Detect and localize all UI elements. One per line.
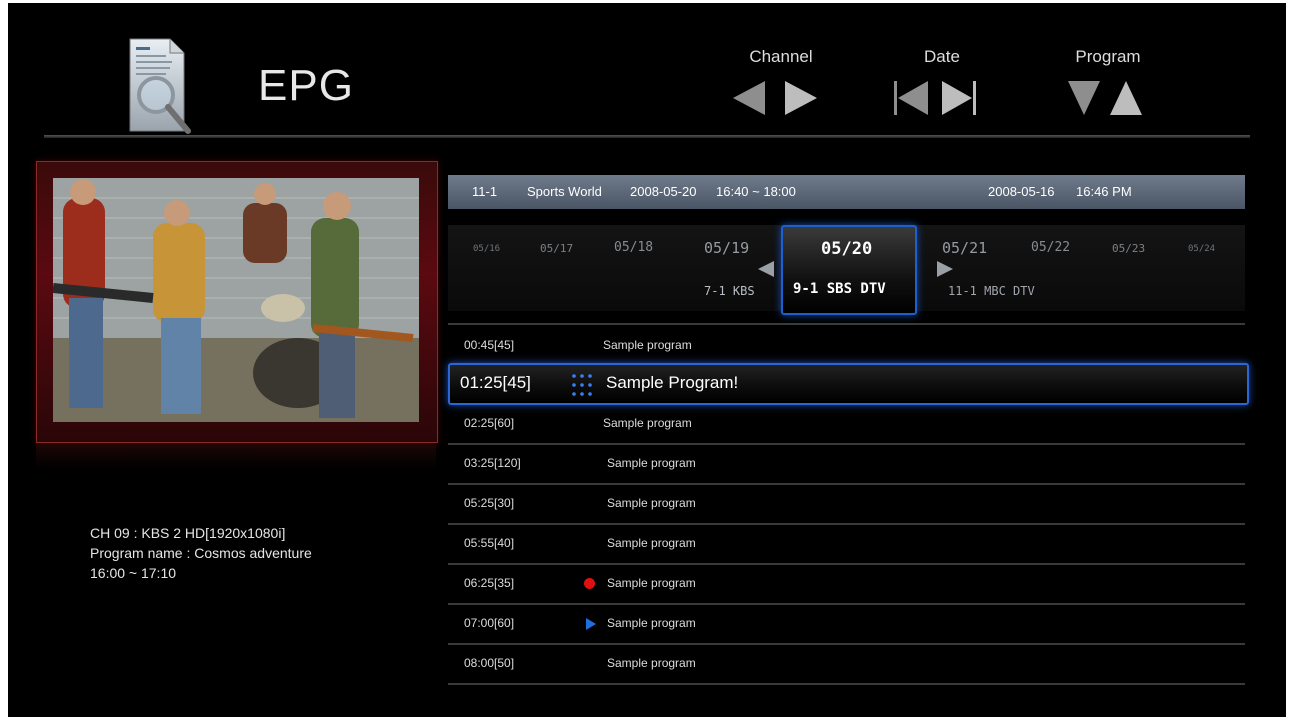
program-title: Sample Program! — [606, 373, 739, 392]
program-time: 08:00[50] — [464, 656, 515, 670]
program-row[interactable]: 08:00[50] Sample program — [448, 643, 1245, 685]
program-row[interactable]: 07:00[60] Sample program — [448, 603, 1245, 645]
date-skip-forward-icon[interactable] — [942, 81, 978, 115]
program-title: Sample program — [603, 338, 692, 352]
program-title: Sample program — [607, 576, 696, 590]
page-title: EPG — [258, 61, 354, 110]
record-icon — [584, 578, 595, 589]
program-row[interactable]: 06:25[35] Sample program — [448, 563, 1245, 605]
selected-date-box[interactable]: 05/20 9-1 SBS DTV — [781, 225, 917, 315]
program-row[interactable]: 05:55[40] Sample program — [448, 523, 1245, 565]
epg-document-icon — [126, 35, 198, 135]
date-item[interactable]: 05/22 — [1031, 240, 1070, 255]
program-title: Sample program — [607, 616, 696, 630]
program-time: 05:55[40] — [464, 536, 515, 550]
program-time: 07:00[60] — [464, 616, 515, 630]
program-row[interactable]: 00:45[45] Sample program — [448, 323, 1245, 367]
program-title: Sample program — [607, 456, 696, 470]
focus-dots-icon — [570, 372, 594, 398]
bar-channel-number: 11-1 — [472, 184, 498, 199]
program-down-arrow-icon[interactable] — [1068, 81, 1100, 115]
date-skip-back-icon[interactable] — [894, 81, 930, 115]
bar-program-time: 16:40 ~ 18:00 — [716, 184, 796, 199]
prev-channel[interactable]: 7-1 KBS — [704, 284, 755, 298]
date-item[interactable]: 05/24 — [1188, 244, 1215, 254]
epg-screen: EPG Channel Date Program CH 09: KBS 2 H… — [8, 3, 1286, 717]
program-name: Program name : Cosmos adventure — [90, 545, 312, 561]
program-label: Program — [1075, 47, 1141, 66]
channel-info: CH 09 : KBS 2 HD[1920x1080i] — [90, 525, 286, 541]
program-up-arrow-icon[interactable] — [1110, 81, 1142, 115]
program-title: Sample program — [607, 536, 696, 550]
program-info: CH 09 : KBS 2 HD[1920x1080i] Program nam… — [90, 523, 312, 583]
channel-next-arrow-icon[interactable] — [785, 81, 817, 115]
program-time-range: 16:00 ~ 17:10 — [90, 565, 177, 581]
program-row[interactable]: 03:25[120] Sample program — [448, 443, 1245, 485]
program-time: 06:25[35] — [464, 576, 515, 590]
date-item[interactable]: 05/21 — [942, 239, 987, 257]
next-channel[interactable]: 11-1 MBC DTV — [948, 284, 1035, 298]
preview-reflection — [36, 443, 436, 469]
channel-prev-arrow-icon[interactable] — [733, 81, 765, 115]
program-title: Sample program — [603, 416, 692, 430]
date-item[interactable]: 05/18 — [614, 240, 653, 255]
program-row[interactable]: 05:25[30] Sample program — [448, 483, 1245, 525]
program-time: 02:25[60] — [464, 416, 515, 430]
bar-channel-name: Sports World — [527, 184, 602, 199]
preview-image — [53, 178, 419, 422]
channel-label: Channel — [749, 47, 813, 66]
bar-current-date: 2008-05-16 — [988, 184, 1055, 199]
date-label: Date — [924, 47, 960, 66]
channel-next-small-arrow-icon[interactable] — [937, 261, 953, 277]
selected-date: 05/20 — [821, 239, 873, 259]
current-channel: 9-1 SBS DTV — [793, 281, 886, 297]
program-time: 01:25[45] — [460, 373, 531, 392]
header-divider — [44, 135, 1250, 138]
channel-control: Channel — [721, 47, 841, 119]
program-row[interactable]: 02:25[60] Sample program — [448, 403, 1245, 445]
program-time: 03:25[120] — [464, 456, 521, 470]
program-info-bar: 11-1 Sports World 2008-05-20 16:40 ~ 18:… — [448, 175, 1245, 209]
date-item[interactable]: 05/16 — [473, 244, 500, 254]
date-item[interactable]: 05/17 — [540, 242, 573, 255]
program-title: Sample program — [607, 496, 696, 510]
date-control: Date — [882, 47, 1002, 119]
date-strip: 05/16 05/17 05/18 05/19 05/20 9-1 SBS DT… — [448, 225, 1245, 315]
program-control: Program — [1048, 47, 1168, 119]
program-time: 05:25[30] — [464, 496, 515, 510]
program-row-selected[interactable]: 01:25[45] Sample Program! — [448, 363, 1249, 405]
program-time: 00:45[45] — [464, 338, 515, 352]
program-title: Sample program — [607, 656, 696, 670]
date-item[interactable]: 05/23 — [1112, 242, 1145, 255]
date-item[interactable]: 05/19 — [704, 239, 749, 257]
channel-prev-small-arrow-icon[interactable] — [758, 261, 774, 277]
bar-program-date: 2008-05-20 — [630, 184, 697, 199]
bar-current-time: 16:46 PM — [1076, 184, 1132, 199]
preview-frame — [36, 161, 438, 443]
play-icon — [586, 618, 596, 630]
